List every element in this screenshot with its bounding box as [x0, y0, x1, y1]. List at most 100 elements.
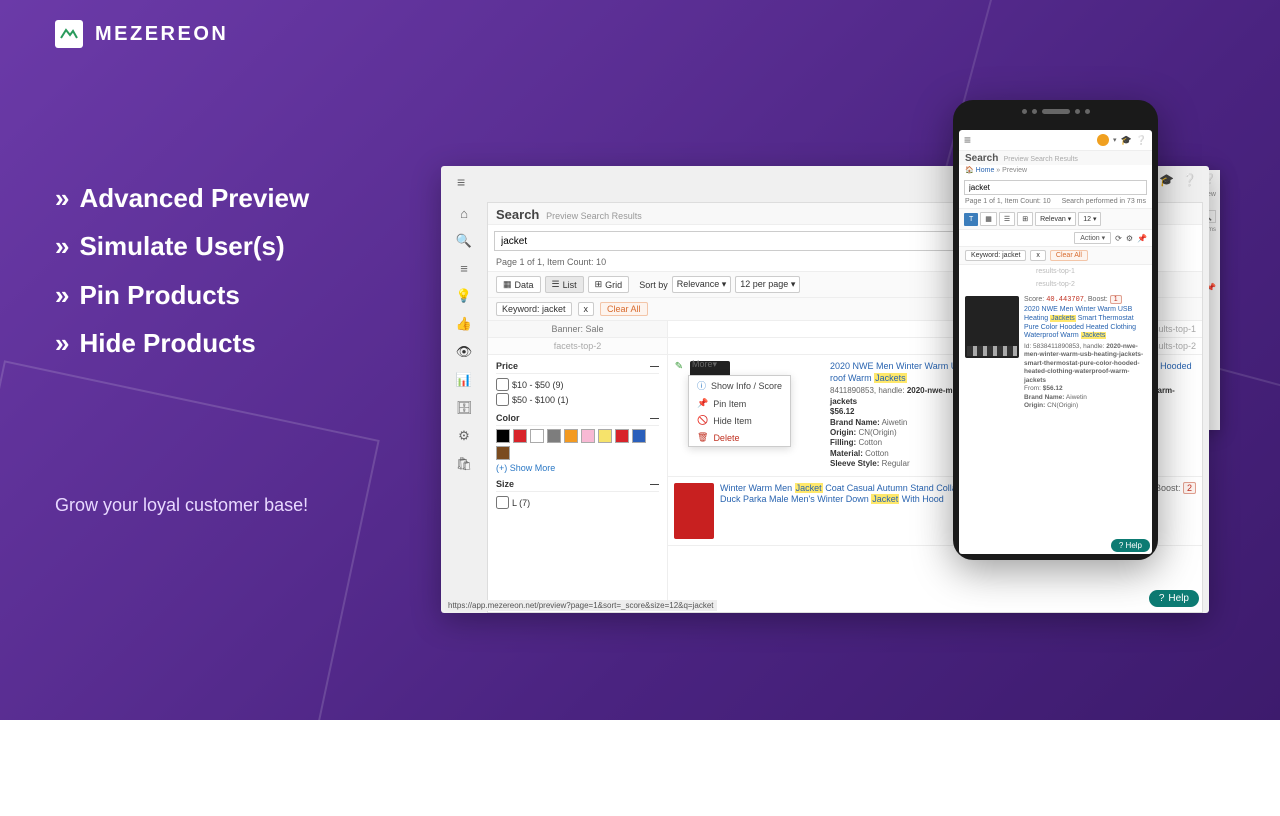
menu-delete-item[interactable]: 🗑Delete — [689, 429, 790, 446]
product-row: Score: 40.443707, Boost: 1 2020 NWE Men … — [959, 291, 1152, 416]
gear-icon[interactable]: ⚙ — [1126, 234, 1133, 243]
color-swatch[interactable] — [632, 429, 646, 443]
status-url: https://app.mezereon.net/preview?page=1&… — [445, 600, 717, 611]
perf-info: Search performed in 73 ms — [1062, 198, 1146, 205]
product-title[interactable]: 2020 NWE Men Winter Warm USB Heating Jac… — [1024, 306, 1146, 341]
help-badge[interactable]: ? Help — [1111, 539, 1150, 552]
color-swatch[interactable] — [513, 429, 527, 443]
view-data-button[interactable]: ▦ — [980, 212, 997, 226]
sort-select[interactable]: Relevan ▾ — [1035, 212, 1076, 226]
view-grid-button[interactable]: ⊞ — [1017, 212, 1033, 226]
product-image[interactable] — [674, 483, 714, 539]
show-more-link[interactable]: (+) Show More — [496, 463, 659, 473]
sidebar-nav: ⌂ 🔍 ≡ 💡 👍 👁 📊 🗄 ⚙ 🛍 — [449, 206, 479, 472]
chart-icon[interactable]: 📊 — [456, 372, 472, 388]
facet-price-item[interactable]: $10 - $50 (9) — [496, 377, 659, 392]
search-subtitle: Preview Search Results — [1004, 156, 1078, 163]
page-info: Page 1 of 1, Item Count: 10 — [965, 198, 1051, 205]
color-swatch[interactable] — [615, 429, 629, 443]
menu-hide-item[interactable]: 🚫Hide Item — [689, 412, 790, 429]
product-score: Score: 40.443707, Boost: 1 — [1024, 296, 1146, 304]
keyword-chip: Keyword: jacket — [496, 302, 572, 316]
hamburger-icon[interactable]: ≡ — [457, 174, 465, 190]
results-top-label: results-top-2 — [959, 278, 1152, 291]
facet-price-title[interactable]: Price— — [496, 361, 659, 374]
color-swatch[interactable] — [598, 429, 612, 443]
brand-name: MEZEREON — [95, 23, 228, 46]
info-icon: ⓘ — [697, 379, 706, 392]
color-swatch[interactable] — [496, 429, 510, 443]
view-t-button[interactable]: T — [964, 213, 978, 226]
help-badge[interactable]: ?Help — [1149, 590, 1199, 607]
feature-list: »Advanced Preview »Simulate User(s) »Pin… — [55, 180, 309, 374]
clear-all-button[interactable]: Clear All — [1050, 250, 1088, 261]
graduation-icon[interactable]: 🎓 — [1159, 173, 1174, 187]
brand-logo-icon — [55, 20, 83, 48]
search-icon[interactable]: 🔍 — [456, 233, 472, 249]
keyword-chip: Keyword: jacket — [965, 250, 1026, 261]
graduation-icon[interactable]: 🎓 — [1121, 135, 1132, 146]
banner-label: Banner: Sale — [488, 321, 667, 338]
eye-icon[interactable]: 👁 — [456, 344, 473, 360]
breadcrumb: 🏠 Home » Preview — [959, 165, 1152, 177]
hamburger-icon[interactable]: ≡ — [964, 133, 971, 147]
menu-pin-item[interactable]: 📌Pin Item — [689, 395, 790, 412]
color-swatches — [496, 429, 659, 460]
search-input[interactable] — [964, 180, 1147, 195]
facet-size-item[interactable]: L (7) — [496, 495, 659, 510]
keyword-remove[interactable]: x — [578, 302, 595, 316]
view-grid-button[interactable]: ⊞ Grid — [588, 276, 630, 293]
color-swatch[interactable] — [496, 446, 510, 460]
view-list-button[interactable]: ☰ List — [545, 276, 584, 293]
trash-icon: 🗑 — [697, 432, 708, 443]
hide-icon: 🚫 — [697, 415, 708, 426]
search-title: Search — [496, 207, 539, 222]
sort-select[interactable]: Relevance ▾ — [672, 276, 732, 293]
feature-item: »Advanced Preview — [55, 180, 309, 216]
action-menu[interactable]: Action ▾ — [1074, 232, 1111, 244]
product-meta: Id: 5838411890853, handle: 2020-nwe-men-… — [1024, 343, 1146, 411]
product-image[interactable] — [965, 296, 1019, 358]
facet-price-item[interactable]: $50 - $100 (1) — [496, 392, 659, 407]
help-icon[interactable]: ❔ — [1182, 173, 1197, 187]
color-swatch[interactable] — [564, 429, 578, 443]
facet-color-title[interactable]: Color— — [496, 413, 659, 426]
per-page-select[interactable]: 12 per page ▾ — [735, 276, 800, 293]
color-swatch[interactable] — [530, 429, 544, 443]
tagline: Grow your loyal customer base! — [55, 495, 308, 516]
keyword-remove[interactable]: x — [1030, 250, 1046, 261]
context-menu: ⓘShow Info / Score 📌Pin Item 🚫Hide Item … — [688, 375, 791, 447]
facet-size-title[interactable]: Size— — [496, 479, 659, 492]
help-icon: ? — [1159, 593, 1165, 604]
view-data-button[interactable]: ▦ Data — [496, 276, 541, 293]
edit-icon[interactable]: ✎ — [672, 359, 686, 373]
feature-item: »Pin Products — [55, 277, 309, 313]
results-top-label: results-top-1 — [959, 265, 1152, 278]
sort-label: Sort by — [639, 280, 668, 290]
more-menu-trigger[interactable]: More▾ — [692, 359, 717, 370]
database-icon[interactable]: 🗄 — [456, 400, 473, 416]
list-icon[interactable]: ≡ — [460, 261, 468, 276]
help-icon[interactable]: ❔ — [1136, 135, 1147, 146]
color-swatch[interactable] — [547, 429, 561, 443]
pin-icon: 📌 — [697, 398, 708, 409]
breadcrumb-home[interactable]: Home — [976, 167, 995, 174]
per-page-select[interactable]: 12 ▾ — [1078, 212, 1101, 226]
brand-logo: MEZEREON — [55, 20, 228, 48]
color-swatch[interactable] — [581, 429, 595, 443]
feature-item: »Hide Products — [55, 325, 309, 361]
thumb-icon[interactable]: 👍 — [456, 316, 472, 332]
chevron-down-icon[interactable]: ▾ — [1113, 136, 1117, 144]
avatar[interactable] — [1097, 134, 1109, 146]
menu-show-info[interactable]: ⓘShow Info / Score — [689, 376, 790, 395]
bulb-icon[interactable]: 💡 — [456, 288, 472, 304]
gears-icon[interactable]: ⚙ — [458, 428, 470, 444]
pin-icon[interactable]: 📌 — [1137, 234, 1147, 243]
search-title: Search — [965, 153, 998, 164]
bag-icon[interactable]: 🛍 — [456, 456, 473, 472]
clear-all-button[interactable]: Clear All — [600, 302, 648, 316]
mobile-screenshot: ≡ ▾ 🎓 ❔ Search Preview Search Results 🏠 … — [953, 100, 1158, 560]
home-icon[interactable]: ⌂ — [460, 206, 468, 221]
refresh-icon[interactable]: ⟳ — [1115, 234, 1122, 243]
view-list-button[interactable]: ☰ — [999, 212, 1015, 226]
